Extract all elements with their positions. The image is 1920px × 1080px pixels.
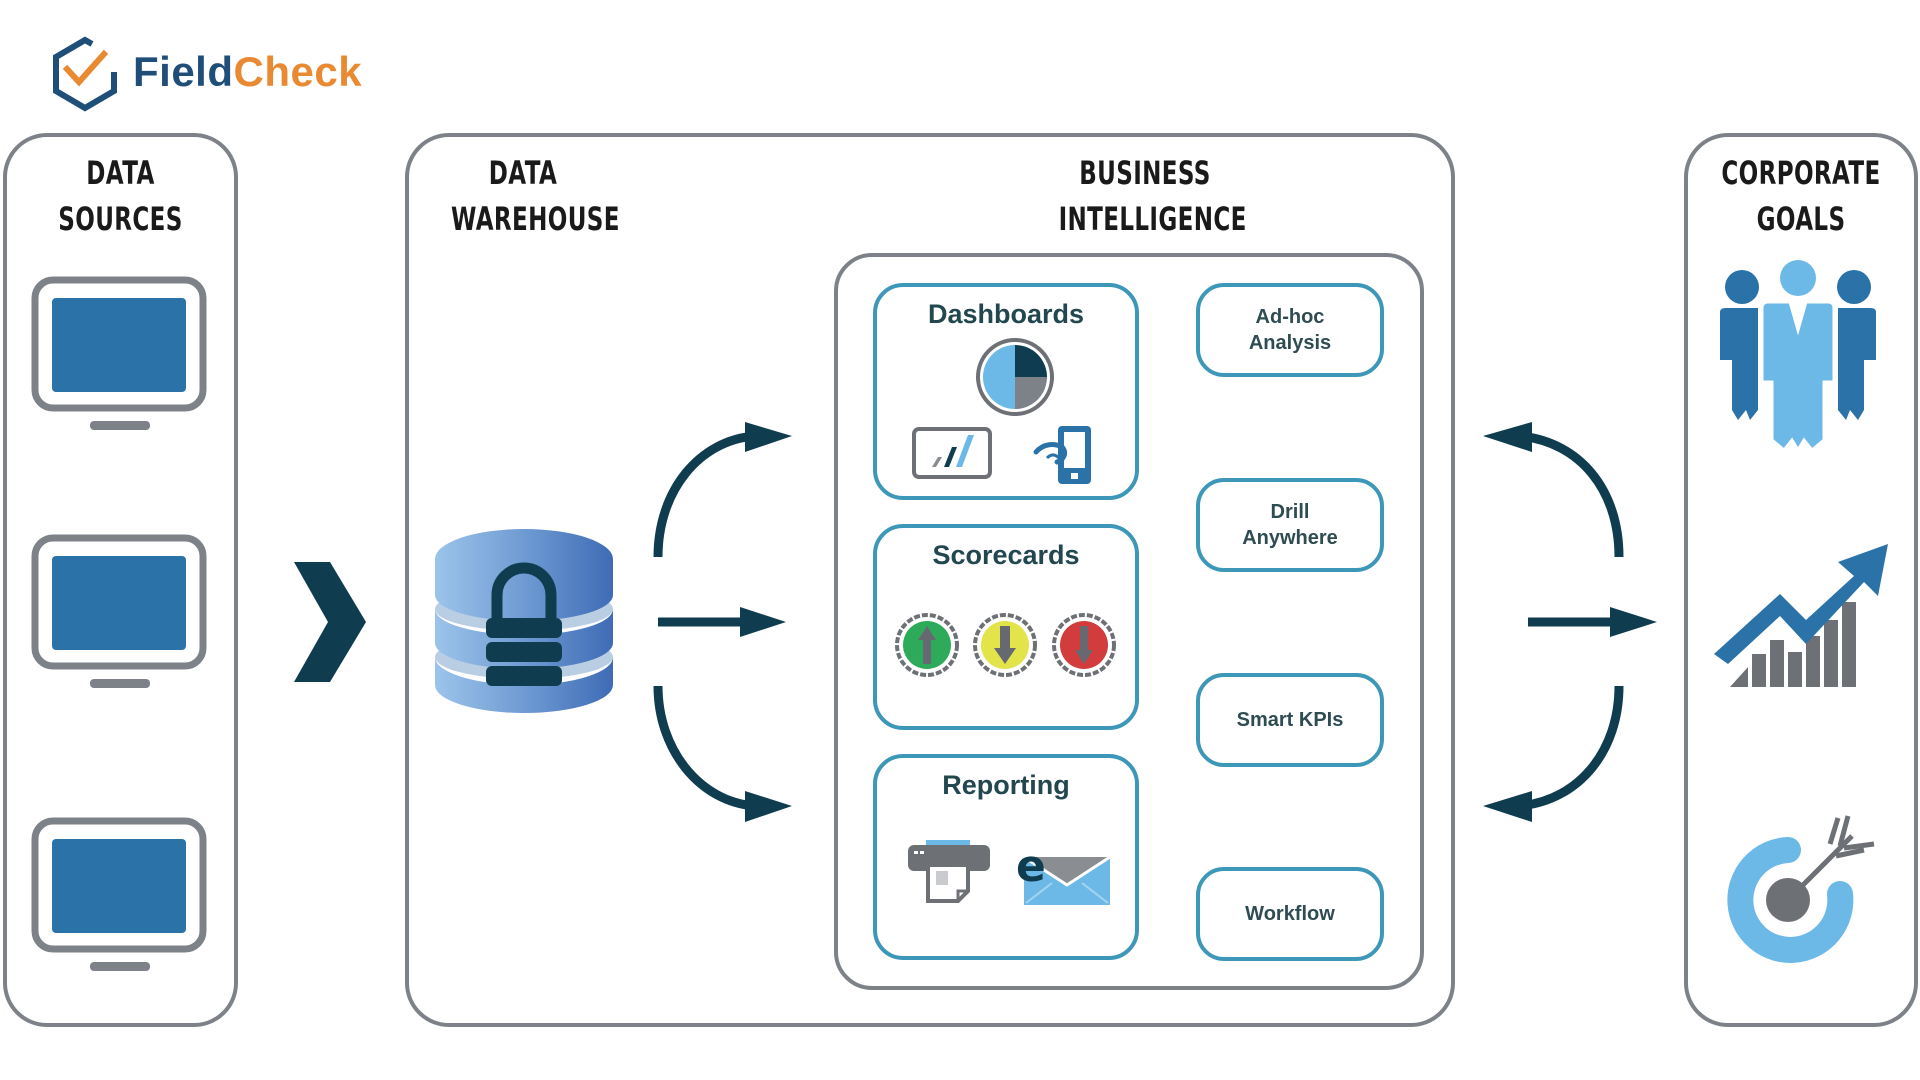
arrow-to-dashboards-head — [745, 422, 792, 452]
workflow-label: Workflow — [1245, 903, 1335, 925]
arrow-feedback-top-head — [1483, 422, 1532, 452]
svg-text:e: e — [1016, 841, 1046, 892]
chevron-right-icon — [294, 562, 366, 682]
brand-name-check: Check — [233, 48, 363, 95]
flow-arrows-to-goals — [1483, 422, 1657, 822]
drill-anywhere-label: Drill Anywhere — [1242, 501, 1338, 549]
locked-database-icon — [435, 529, 613, 713]
fieldcheck-hexagon-check-icon — [53, 36, 117, 112]
mobile-touch-icon — [1033, 426, 1091, 484]
arrow-feedback-bottom — [1519, 685, 1624, 811]
brand-name: FieldCheck — [133, 48, 362, 96]
team-icon — [1720, 260, 1876, 453]
growth-chart-icon — [1714, 544, 1888, 687]
status-down-yellow-icon — [973, 613, 1037, 677]
dashboards-card-title: Dashboards — [927, 299, 1085, 329]
business-intelligence-title: BUSINESS INTELLIGENCE — [1058, 150, 1247, 242]
bar-chart-icon — [912, 427, 992, 479]
corporate-goals-title-line1: CORPORATE — [1721, 154, 1881, 192]
arrow-feedback-top — [1519, 431, 1624, 558]
data-warehouse-title-line2: WAREHOUSE — [451, 200, 620, 238]
data-sources-title: DATA SOURCES — [36, 150, 205, 242]
brand-name-field: Field — [133, 48, 234, 95]
business-intelligence-title-line1: BUSINESS — [1079, 154, 1211, 192]
pie-chart-icon — [976, 338, 1054, 416]
target-icon — [1727, 815, 1875, 963]
scorecards-card-title: Scorecards — [932, 540, 1080, 570]
data-sources-title-line1: DATA — [86, 154, 155, 192]
arrow-to-reporting-head — [745, 791, 792, 822]
arrow-to-reporting — [653, 685, 756, 811]
drill-anywhere-chip[interactable]: Drill Anywhere — [1196, 478, 1384, 572]
status-up-green-icon — [895, 613, 959, 677]
flow-arrows-to-bi — [653, 422, 792, 822]
data-sources-title-line2: SOURCES — [58, 200, 183, 238]
arrow-to-dashboards — [653, 431, 756, 558]
adhoc-analysis-chip[interactable]: Ad-hoc Analysis — [1196, 283, 1384, 377]
status-down-red-icon — [1052, 613, 1116, 677]
corporate-goals-title-line2: GOALS — [1756, 200, 1846, 238]
smart-kpis-label: Smart KPIs — [1236, 709, 1344, 731]
arrow-feedback-bottom-head — [1483, 791, 1532, 822]
corporate-goals-title: CORPORATE GOALS — [1717, 150, 1885, 242]
arrow-to-goals-head — [1610, 607, 1657, 637]
data-warehouse-title: DATA WAREHOUSE — [451, 150, 620, 242]
arrow-to-scorecards-head — [740, 607, 786, 637]
reporting-card-title: Reporting — [942, 770, 1070, 800]
monitor-icon — [31, 817, 207, 971]
smart-kpis-chip[interactable]: Smart KPIs — [1196, 673, 1384, 767]
workflow-chip[interactable]: Workflow — [1196, 867, 1384, 961]
data-warehouse-title-line1: DATA — [488, 154, 558, 192]
monitor-icon — [31, 534, 207, 688]
monitor-icon — [31, 276, 207, 430]
business-intelligence-title-line2: INTELLIGENCE — [1058, 200, 1247, 238]
adhoc-analysis-label: Ad-hoc Analysis — [1248, 306, 1332, 354]
printer-icon — [908, 840, 990, 903]
email-icon: e — [1016, 841, 1111, 905]
